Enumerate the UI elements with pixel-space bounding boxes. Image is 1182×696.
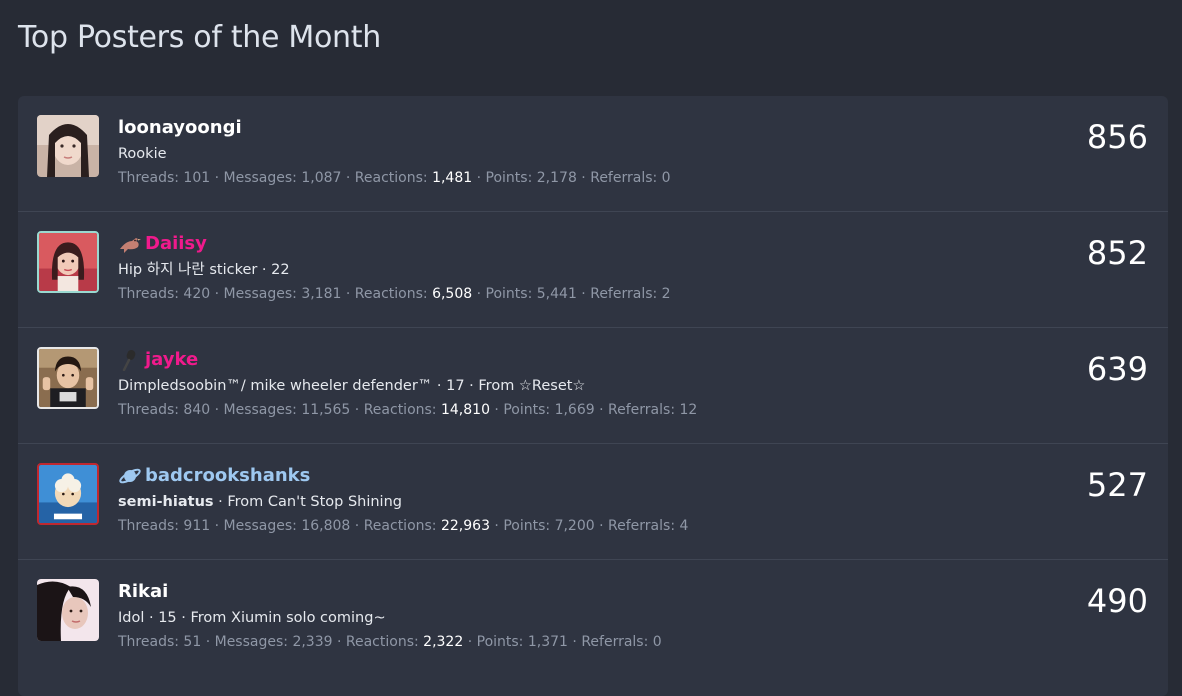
reactions-label: Reactions: — [354, 286, 428, 302]
username-link[interactable]: jayke — [118, 348, 1048, 372]
referrals-label: Referrals: — [590, 286, 658, 302]
user-title-rest: · From Can't Stop Shining — [213, 494, 402, 510]
messages-label: Messages: — [223, 170, 297, 186]
username[interactable]: badcrookshanks — [145, 464, 310, 488]
messages-value: 3,181 — [301, 286, 342, 302]
username[interactable]: jayke — [145, 348, 198, 372]
planet-icon — [118, 465, 142, 487]
points-value: 2,178 — [536, 170, 577, 186]
threads-value: 840 — [183, 402, 211, 418]
referrals-value: 2 — [661, 286, 671, 302]
user-stats: Threads: 840 · Messages: 11,565 · Reacti… — [118, 402, 698, 418]
points-value: 5,441 — [536, 286, 577, 302]
username[interactable]: Daiisy — [145, 232, 207, 256]
username-link[interactable]: Daiisy — [118, 232, 1048, 256]
microphone-icon — [118, 349, 142, 371]
page-title: Top Posters of the Month — [18, 20, 381, 55]
bird-icon — [118, 233, 142, 255]
avatar[interactable] — [37, 231, 99, 293]
threads-label: Threads: — [118, 634, 179, 650]
messages-value: 2,339 — [292, 634, 333, 650]
threads-label: Threads: — [118, 170, 179, 186]
user-title: Hip 하지 나란 sticker · 22 — [118, 262, 290, 278]
messages-label: Messages: — [223, 402, 297, 418]
points-label: Points: — [503, 518, 551, 534]
reactions-value: 6,508 — [432, 286, 473, 302]
user-title: Rookie — [118, 146, 167, 162]
referrals-label: Referrals: — [590, 170, 658, 186]
threads-value: 51 — [183, 634, 202, 650]
referrals-label: Referrals: — [608, 402, 676, 418]
referrals-label: Referrals: — [608, 518, 676, 534]
points-value: 1,371 — [527, 634, 568, 650]
avatar[interactable] — [37, 115, 99, 177]
referrals-value: 4 — [679, 518, 689, 534]
points-label: Points: — [503, 402, 551, 418]
user-title-bold: semi-hiatus — [118, 494, 214, 510]
reactions-value: 2,322 — [423, 634, 464, 650]
threads-value: 420 — [183, 286, 211, 302]
user-stats: Threads: 101 · Messages: 1,087 · Reactio… — [118, 170, 671, 186]
avatar[interactable] — [37, 347, 99, 409]
reactions-label: Reactions: — [363, 518, 437, 534]
referrals-value: 0 — [652, 634, 662, 650]
post-count[interactable]: 856 — [1087, 118, 1148, 156]
user-stats: Threads: 911 · Messages: 16,808 · Reacti… — [118, 518, 689, 534]
threads-label: Threads: — [118, 402, 179, 418]
reactions-label: Reactions: — [345, 634, 419, 650]
points-label: Points: — [476, 634, 524, 650]
list-item: jayke Dimpledsoobin™/ mike wheeler defen… — [18, 328, 1168, 444]
reactions-value: 1,481 — [432, 170, 473, 186]
post-count[interactable]: 527 — [1087, 466, 1148, 504]
reactions-value: 22,963 — [440, 518, 490, 534]
avatar[interactable] — [37, 579, 99, 641]
top-posters-list: loonayoongi Rookie Threads: 101 · Messag… — [18, 96, 1168, 696]
post-count[interactable]: 852 — [1087, 234, 1148, 272]
user-title: semi-hiatus · From Can't Stop Shining — [118, 491, 1048, 513]
messages-value: 16,808 — [301, 518, 351, 534]
points-label: Points: — [485, 286, 533, 302]
points-label: Points: — [485, 170, 533, 186]
points-value: 1,669 — [554, 402, 595, 418]
reactions-value: 14,810 — [440, 402, 490, 418]
threads-label: Threads: — [118, 518, 179, 534]
messages-label: Messages: — [214, 634, 288, 650]
messages-value: 1,087 — [301, 170, 342, 186]
username[interactable]: loonayoongi — [118, 116, 242, 140]
threads-value: 101 — [183, 170, 211, 186]
username-link[interactable]: badcrookshanks — [118, 464, 1048, 488]
list-item: badcrookshanks semi-hiatus · From Can't … — [18, 444, 1168, 560]
messages-label: Messages: — [223, 286, 297, 302]
user-title: Dimpledsoobin™/ mike wheeler defender™ ·… — [118, 378, 586, 394]
username-link[interactable]: Rikai — [118, 580, 1048, 604]
list-item: loonayoongi Rookie Threads: 101 · Messag… — [18, 96, 1168, 212]
avatar[interactable] — [37, 463, 99, 525]
post-count[interactable]: 639 — [1087, 350, 1148, 388]
reactions-label: Reactions: — [354, 170, 428, 186]
messages-label: Messages: — [223, 518, 297, 534]
referrals-value: 0 — [661, 170, 671, 186]
threads-value: 911 — [183, 518, 211, 534]
username-link[interactable]: loonayoongi — [118, 116, 1048, 140]
referrals-label: Referrals: — [581, 634, 649, 650]
points-value: 7,200 — [554, 518, 595, 534]
post-count[interactable]: 490 — [1087, 582, 1148, 620]
list-item: Daiisy Hip 하지 나란 sticker · 22 Threads: 4… — [18, 212, 1168, 328]
threads-label: Threads: — [118, 286, 179, 302]
user-title: Idol · 15 · From Xiumin solo coming~ — [118, 610, 386, 626]
reactions-label: Reactions: — [363, 402, 437, 418]
messages-value: 11,565 — [301, 402, 351, 418]
user-stats: Threads: 420 · Messages: 3,181 · Reactio… — [118, 286, 671, 302]
username[interactable]: Rikai — [118, 580, 168, 604]
referrals-value: 12 — [679, 402, 698, 418]
user-stats: Threads: 51 · Messages: 2,339 · Reaction… — [118, 634, 662, 650]
list-item: Rikai Idol · 15 · From Xiumin solo comin… — [18, 560, 1168, 676]
